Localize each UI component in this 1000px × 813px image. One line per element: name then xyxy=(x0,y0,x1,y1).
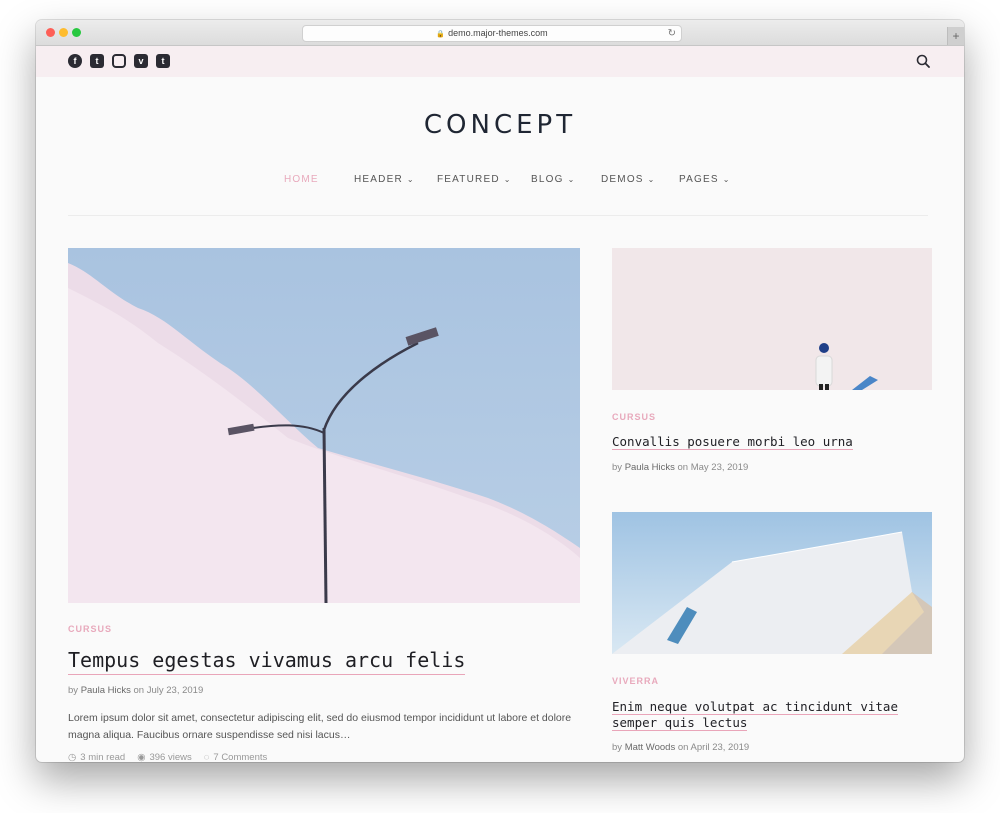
nav-home[interactable]: HOME xyxy=(284,174,319,185)
browser-window: 🔒 demo.major-themes.com ↻ + f t v t CONCE… xyxy=(36,20,964,762)
read-time-text: 3 min read xyxy=(80,752,126,762)
header-divider xyxy=(68,215,928,216)
chevron-down-icon: ⌄ xyxy=(503,175,512,184)
twitter-icon[interactable]: t xyxy=(90,54,104,68)
comments-text: 7 Comments xyxy=(213,752,268,762)
main-post-author[interactable]: Paula Hicks xyxy=(81,685,131,696)
date-prefix: on xyxy=(677,742,689,753)
main-post-category[interactable]: CURSUS xyxy=(68,624,112,634)
side-post-2-title-line-2: semper quis lectus xyxy=(612,715,748,731)
main-post-excerpt: Lorem ipsum dolor sit amet, consectetur … xyxy=(68,712,572,741)
nav-header[interactable]: HEADER ⌄ xyxy=(354,174,415,185)
side-post-1-image[interactable] xyxy=(612,248,932,390)
side-post-1-title[interactable]: Convallis posuere morbi leo urna xyxy=(612,434,853,450)
tumblr-icon[interactable]: t xyxy=(156,54,170,68)
social-links: f t v t xyxy=(68,54,170,68)
vimeo-icon[interactable]: v xyxy=(134,54,148,68)
instagram-icon[interactable] xyxy=(112,54,126,68)
main-post-image[interactable] xyxy=(68,248,580,603)
nav-pages[interactable]: PAGES ⌄ xyxy=(679,174,731,185)
side-post-2-byline: by Matt Woods on April 23, 2019 xyxy=(612,742,749,753)
chevron-down-icon: ⌄ xyxy=(722,175,731,184)
nav-blog-label: BLOG xyxy=(531,174,564,185)
side-post-1-category[interactable]: CURSUS xyxy=(612,412,656,422)
byline-prefix: by xyxy=(68,685,79,696)
site-logo[interactable]: CONCEPT xyxy=(36,110,964,140)
nav-featured[interactable]: FEATURED ⌄ xyxy=(437,174,512,185)
nav-demos[interactable]: DEMOS ⌄ xyxy=(601,174,656,185)
side-post-1-byline: by Paula Hicks on May 23, 2019 xyxy=(612,462,748,473)
url-text: demo.major-themes.com xyxy=(448,28,548,38)
comment-icon: ◌ xyxy=(203,752,210,762)
side-post-2-image[interactable] xyxy=(612,512,932,654)
nav-header-label: HEADER xyxy=(354,174,403,185)
date-prefix: on xyxy=(133,685,145,696)
nav-demos-label: DEMOS xyxy=(601,174,644,185)
reload-icon[interactable]: ↻ xyxy=(668,26,676,41)
main-post-byline: by Paula Hicks on July 23, 2019 xyxy=(68,685,203,696)
side-post-2-title[interactable]: Enim neque volutpat ac tincidunt vitae s… xyxy=(612,699,898,731)
main-post-meta: ◷ 3 min read ◉ 396 views ◌ 7 Comments xyxy=(68,752,267,762)
read-time: ◷ 3 min read xyxy=(68,752,125,762)
social-topbar: f t v t xyxy=(36,46,964,77)
byline-prefix: by xyxy=(612,462,623,473)
nav-home-label: HOME xyxy=(284,174,319,185)
search-icon[interactable] xyxy=(916,54,930,68)
nav-blog[interactable]: BLOG ⌄ xyxy=(531,174,576,185)
byline-prefix: by xyxy=(612,742,623,753)
zoom-window-button[interactable] xyxy=(72,28,81,37)
side-post-2-title-line-1: Enim neque volutpat ac tincidunt vitae xyxy=(612,699,898,715)
views-count: ◉ 396 views xyxy=(137,752,192,762)
browser-titlebar: 🔒 demo.major-themes.com ↻ + xyxy=(36,20,964,46)
date-prefix: on xyxy=(677,462,689,473)
chevron-down-icon: ⌄ xyxy=(567,175,576,184)
main-post-date: July 23, 2019 xyxy=(146,685,204,696)
side-post-1-date: May 23, 2019 xyxy=(690,462,749,473)
facebook-icon[interactable]: f xyxy=(68,54,82,68)
main-post-title[interactable]: Tempus egestas vivamus arcu felis xyxy=(68,648,466,675)
comments-link[interactable]: ◌ 7 Comments xyxy=(204,752,268,762)
clock-icon: ◷ xyxy=(68,752,77,762)
side-post-1-title-text: Convallis posuere morbi leo urna xyxy=(612,434,853,450)
nav-featured-label: FEATURED xyxy=(437,174,500,185)
chevron-down-icon: ⌄ xyxy=(406,175,415,184)
side-post-2-category[interactable]: VIVERRA xyxy=(612,676,659,686)
eye-icon: ◉ xyxy=(137,752,146,762)
address-bar[interactable]: 🔒 demo.major-themes.com ↻ xyxy=(302,25,682,42)
minimize-window-button[interactable] xyxy=(59,28,68,37)
nav-pages-label: PAGES xyxy=(679,174,719,185)
side-post-2-author[interactable]: Matt Woods xyxy=(625,742,676,753)
views-text: 396 views xyxy=(149,752,192,762)
chevron-down-icon: ⌄ xyxy=(647,175,656,184)
side-post-1-author[interactable]: Paula Hicks xyxy=(625,462,675,473)
new-tab-button[interactable]: + xyxy=(947,27,964,45)
close-window-button[interactable] xyxy=(46,28,55,37)
lock-icon: 🔒 xyxy=(436,31,446,38)
side-post-2-date: April 23, 2019 xyxy=(690,742,750,753)
main-nav: HOME HEADER ⌄ FEATURED ⌄ BLOG ⌄ DEMOS ⌄ PAGE… xyxy=(36,174,964,190)
